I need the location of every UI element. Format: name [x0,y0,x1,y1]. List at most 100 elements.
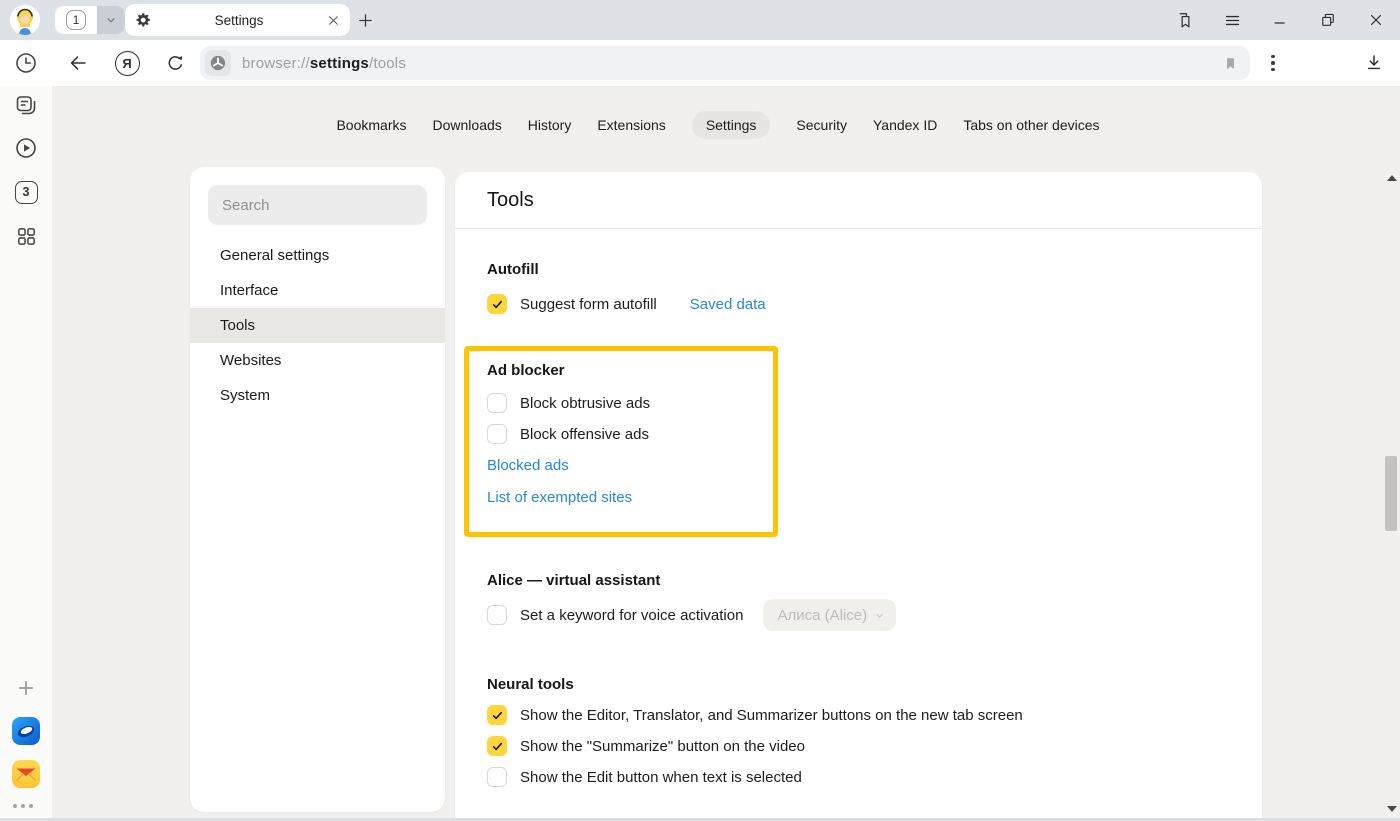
scrollbar-thumb[interactable] [1385,456,1397,531]
close-icon [1367,11,1385,29]
block-obtrusive-checkbox[interactable] [487,393,507,413]
browser-app-button[interactable] [12,717,40,745]
nav-tab-yandex-id[interactable]: Yandex ID [873,111,937,139]
bookmark-page-button[interactable] [1223,55,1238,72]
back-button[interactable] [64,49,92,77]
chevron-down-icon [873,609,886,622]
mail-app-icon [12,760,40,788]
block-offensive-checkbox[interactable] [487,424,507,444]
settings-content-panel: Tools Autofill Suggest form autofill Sav… [455,172,1262,818]
side-panels-button[interactable] [1160,0,1208,40]
sidebar-item-websites[interactable]: Websites [190,343,445,378]
browser-app-icon [12,717,40,745]
url-text: browser://settings/tools [242,55,406,72]
alice-heading: Alice — virtual assistant [487,572,1262,589]
gear-icon [135,12,151,28]
history-rail-button[interactable] [12,49,40,77]
scroll-down-arrow[interactable] [1387,806,1397,812]
settings-sidebar: General settings Interface Tools Website… [190,167,445,812]
tab-group-count[interactable]: 1 [55,6,97,34]
settings-nav-tabs: Bookmarks Downloads History Extensions S… [52,111,1384,139]
toolbar-more-button[interactable] [1266,51,1280,75]
nav-tab-downloads[interactable]: Downloads [433,111,502,139]
alice-keyword-checkbox[interactable] [487,605,507,625]
scroll-up-arrow[interactable] [1387,175,1397,181]
address-bar[interactable]: browser://settings/tools [200,46,1250,80]
url-host: settings [310,55,369,72]
nav-tab-security[interactable]: Security [796,111,847,139]
section-alice: Alice — virtual assistant Set a keyword … [487,572,1262,631]
window-titlebar: 1 Settings [0,0,1400,40]
apps-rail-button[interactable] [12,222,40,250]
show-edit-button-label: Show the Edit button when text is select… [520,769,802,786]
checkmark-icon [491,298,504,311]
tabs-rail-button[interactable]: 3 [12,178,40,206]
add-shortcut-button[interactable] [12,674,40,702]
search-input[interactable] [208,185,427,225]
sidebar-item-tools[interactable]: Tools [190,308,445,343]
plus-icon [16,678,36,698]
tab-group-chevron-button[interactable] [97,6,125,34]
shield-icon [209,54,227,72]
settings-sections-list: General settings Interface Tools Website… [190,238,445,413]
section-neural-tools: Neural tools Show the Editor, Translator… [487,676,1262,787]
profile-avatar[interactable] [10,5,40,35]
nav-tab-bookmarks[interactable]: Bookmarks [336,111,406,139]
mail-app-button[interactable] [12,760,40,788]
yandex-home-button[interactable]: Я [113,49,141,77]
minimize-icon [1271,11,1289,29]
blocked-ads-link[interactable]: Blocked ads [487,457,773,474]
play-icon [14,136,38,160]
clock-icon [14,51,38,75]
bookmark-icon [1223,55,1238,72]
nav-tab-settings[interactable]: Settings [692,111,771,139]
url-scheme: browser:// [242,55,310,72]
pages-icon [14,93,38,117]
show-summarize-checkbox[interactable] [487,736,507,756]
reload-button[interactable] [161,49,189,77]
saved-data-link[interactable]: Saved data [690,296,766,313]
alice-keyword-value: Алиса (Alice) [777,607,867,624]
tabs-count-badge: 3 [15,181,38,204]
autofill-heading: Autofill [487,261,1262,278]
restore-icon [1319,11,1337,29]
checkmark-icon [491,709,504,722]
browser-menu-button[interactable] [1208,0,1256,40]
nav-tab-history[interactable]: History [528,111,572,139]
nav-tab-extensions[interactable]: Extensions [597,111,665,139]
tab-title: Settings [151,13,327,28]
restore-button[interactable] [1304,0,1352,40]
menu-icon [1223,11,1242,30]
neural-tools-heading: Neural tools [487,676,1262,693]
tab-close-button[interactable] [327,14,340,27]
neural-row-editor: Show the Editor, Translator, and Summari… [487,705,1262,725]
video-rail-button[interactable] [12,134,40,162]
sidebar-item-general[interactable]: General settings [190,238,445,273]
minimize-button[interactable] [1256,0,1304,40]
block-obtrusive-row: Block obtrusive ads [487,393,773,413]
download-icon [1364,53,1384,73]
window-controls [1160,0,1400,40]
show-editor-buttons-checkbox[interactable] [487,705,507,725]
protect-badge[interactable] [205,50,231,76]
block-offensive-row: Block offensive ads [487,424,773,444]
alice-avatar-icon [10,5,40,35]
grid-icon [15,225,38,248]
downloads-button[interactable] [1360,49,1388,77]
close-window-button[interactable] [1352,0,1400,40]
sidebar-item-interface[interactable]: Interface [190,273,445,308]
new-tab-button[interactable] [352,7,378,33]
show-edit-button-checkbox[interactable] [487,767,507,787]
sidebar-item-system[interactable]: System [190,378,445,413]
nav-tab-other-devices[interactable]: Tabs on other devices [963,111,1099,139]
rail-more-button[interactable] [13,804,33,808]
ad-blocker-highlight-box: Ad blocker Block obtrusive ads Block off… [464,346,778,537]
tab-group-control[interactable]: 1 [55,6,125,34]
page-title: Tools [487,189,1262,212]
exempted-sites-link[interactable]: List of exempted sites [487,489,773,506]
suggest-autofill-checkbox[interactable] [487,294,507,314]
feed-rail-button[interactable] [12,91,40,119]
reload-icon [165,53,186,74]
browser-tab-settings[interactable]: Settings [125,4,350,36]
alice-keyword-dropdown[interactable]: Алиса (Alice) [763,599,896,631]
